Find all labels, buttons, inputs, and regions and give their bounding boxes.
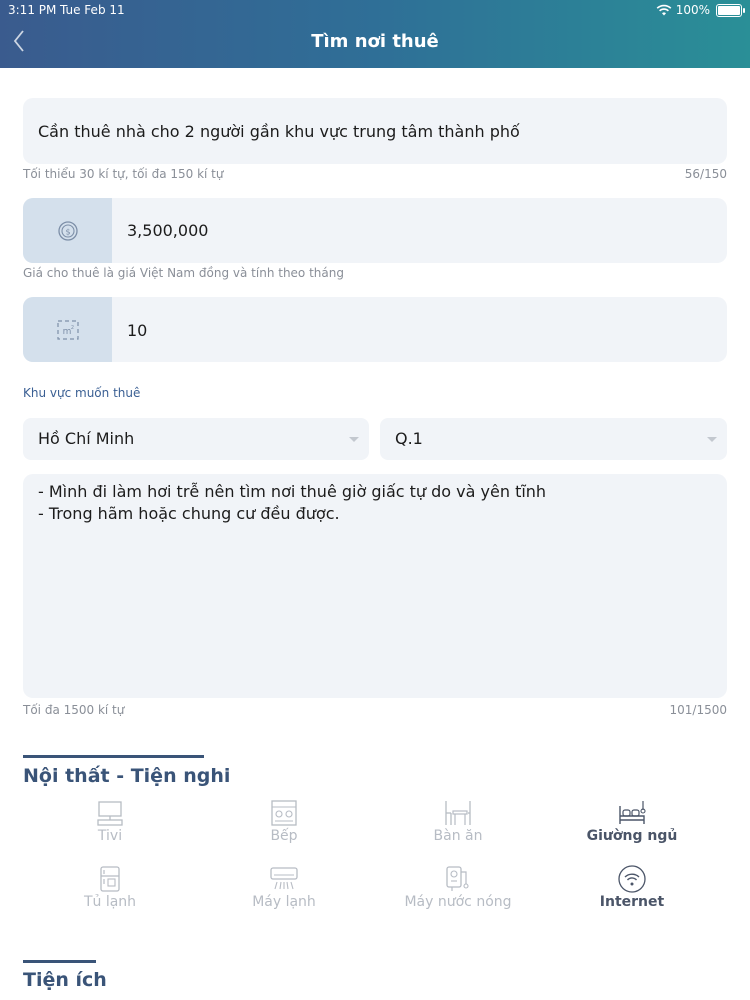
area-value: 10: [127, 321, 148, 340]
status-time: 3:11 PM: [8, 3, 57, 17]
price-value: 3,500,000: [127, 221, 209, 240]
status-bar: 3:11 PM Tue Feb 11 100%: [0, 2, 750, 20]
district-select-value: Q.1: [395, 429, 423, 448]
city-select-value: Hồ Chí Minh: [38, 429, 135, 448]
amenity-may-lanh[interactable]: Máy lạnh: [224, 864, 344, 910]
bed-icon: [619, 801, 646, 824]
water-heater-icon: [446, 866, 469, 891]
amenity-internet[interactable]: Internet: [572, 864, 692, 910]
area-m2-icon: m 2: [56, 319, 79, 340]
district-select[interactable]: Q.1: [380, 418, 727, 460]
battery-icon: [716, 3, 745, 17]
title-input-value: Cần thuê nhà cho 2 người gần khu vực tru…: [38, 122, 520, 141]
amenity-may-nuoc-nong[interactable]: Máy nước nóng: [398, 864, 518, 910]
title-input[interactable]: Cần thuê nhà cho 2 người gần khu vực tru…: [23, 98, 727, 164]
status-date: Tue Feb 11: [60, 3, 125, 17]
battery-percent: 100%: [675, 3, 710, 17]
price-input[interactable]: $ 3,500,000: [23, 198, 727, 263]
area-input[interactable]: m 2 10: [23, 297, 727, 362]
amenity-label: Máy nước nóng: [404, 894, 512, 910]
chevron-down-icon: [707, 437, 717, 442]
title-counter: 56/150: [684, 167, 727, 181]
amenity-label: Internet: [599, 894, 665, 910]
description-line-1: - Mình đi làm hơi trễ nên tìm nơi thuê g…: [38, 482, 547, 501]
location-label: Khu vực muốn thuê: [23, 386, 141, 400]
amenity-ban-an[interactable]: Bàn ăn: [398, 798, 518, 844]
air-conditioner-icon: [270, 867, 298, 890]
furniture-section-underline: [23, 755, 204, 758]
description-hint: Tối đa 1500 kí tự: [23, 703, 125, 717]
status-right: 100%: [656, 3, 745, 17]
chevron-down-icon: [349, 437, 359, 442]
price-hint: Giá cho thuê là giá Việt Nam đồng và tín…: [23, 266, 344, 280]
amenity-label: Máy lạnh: [252, 894, 316, 910]
amenity-label: Tủ lạnh: [83, 894, 137, 910]
utilities-section-underline: [23, 960, 96, 963]
description-textarea[interactable]: - Mình đi làm hơi trễ nên tìm nơi thuê g…: [23, 474, 727, 698]
furniture-section-title: Nội thất - Tiện nghi: [23, 765, 231, 787]
stove-icon: [271, 800, 297, 826]
price-icon-cell: $: [23, 198, 112, 263]
amenity-giuong-ngu[interactable]: Giường ngủ: [572, 798, 692, 844]
amenity-tu-lanh[interactable]: Tủ lạnh: [50, 864, 170, 910]
coin-icon: $: [57, 220, 78, 241]
amenity-label: Bếp: [270, 828, 298, 844]
svg-text:$: $: [65, 227, 70, 236]
description-line-2: - Trong hãm hoặc chung cư đều được.: [38, 504, 340, 523]
wifi-icon: [618, 865, 646, 893]
city-select[interactable]: Hồ Chí Minh: [23, 418, 369, 460]
svg-text:2: 2: [70, 325, 73, 331]
fridge-icon: [100, 866, 120, 892]
dining-table-icon: [445, 801, 471, 825]
amenity-label: Bàn ăn: [433, 828, 483, 844]
area-icon-cell: m 2: [23, 297, 112, 362]
amenity-label: Giường ngủ: [586, 828, 678, 844]
tv-icon: [97, 801, 123, 826]
amenity-label: Tivi: [97, 828, 123, 844]
page-title: Tìm nơi thuê: [311, 31, 439, 52]
title-hint: Tối thiểu 30 kí tự, tối đa 150 kí tự: [23, 167, 224, 181]
amenity-tivi[interactable]: Tivi: [50, 798, 170, 844]
amenity-bep[interactable]: Bếp: [224, 798, 344, 844]
utilities-section-title: Tiện ích: [23, 969, 107, 991]
top-bar: 3:11 PM Tue Feb 11 100% Tìm nơi thuê: [0, 0, 750, 68]
wifi-signal-icon: [656, 4, 672, 16]
description-counter: 101/1500: [669, 703, 728, 717]
